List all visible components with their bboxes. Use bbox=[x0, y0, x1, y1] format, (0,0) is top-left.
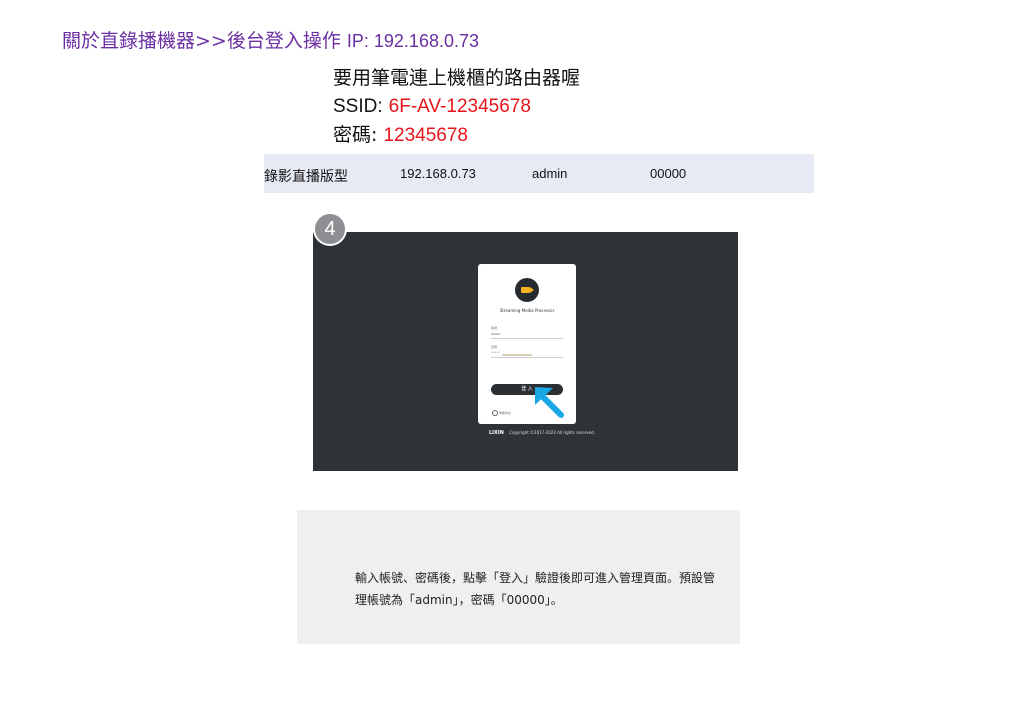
footer-brand: LIXIN bbox=[489, 430, 504, 436]
note-text: 輸入帳號、密碼後，點擊「登入」驗證後即可進入管理頁面。預設管理帳號為「admin… bbox=[355, 571, 716, 607]
table-cell-username: admin bbox=[532, 166, 568, 181]
password-label: 密碼: bbox=[333, 124, 378, 146]
language-selector[interactable]: 繁體中文 bbox=[492, 410, 511, 416]
login-footer: LIXIN Copyright ©2017-2023 All rights re… bbox=[489, 430, 595, 436]
globe-icon bbox=[492, 410, 498, 416]
password-strength-bar bbox=[502, 354, 532, 356]
step-number-badge: 4 bbox=[313, 212, 347, 246]
password-input[interactable]: ••••• bbox=[491, 350, 500, 354]
note-box: 輸入帳號、密碼後，點擊「登入」驗證後即可進入管理頁面。預設管理帳號為「admin… bbox=[297, 510, 740, 644]
password-value: 12345678 bbox=[383, 125, 468, 146]
language-label: 繁體中文 bbox=[498, 411, 511, 415]
username-underline bbox=[491, 338, 563, 339]
product-name: Streaming Media Processor bbox=[499, 308, 555, 313]
heading-title: 關於直錄播機器>>後台登入操作 bbox=[62, 30, 341, 52]
connection-instructions: 要用筆電連上機櫃的路由器喔 SSID: 6F-AV-12345678 密碼: 1… bbox=[333, 64, 580, 150]
password-field-label: 密碼 bbox=[491, 345, 498, 349]
heading-ip: IP: 192.168.0.73 bbox=[346, 31, 479, 51]
ssid-value: 6F-AV-12345678 bbox=[388, 96, 531, 117]
ssid-line: SSID: 6F-AV-12345678 bbox=[333, 92, 580, 121]
table-cell-password: 00000 bbox=[650, 166, 687, 181]
table-cell-type: 錄影直播版型 bbox=[264, 169, 348, 185]
password-line: 密碼: 12345678 bbox=[333, 121, 580, 150]
pointer-arrow-icon bbox=[535, 387, 564, 418]
password-underline bbox=[491, 357, 563, 358]
page-heading: 關於直錄播機器>>後台登入操作 IP: 192.168.0.73 bbox=[62, 26, 479, 53]
username-label: 帳號 bbox=[491, 326, 498, 330]
ssid-label: SSID: bbox=[333, 96, 383, 117]
username-input[interactable]: admin bbox=[491, 332, 500, 336]
camera-logo-icon bbox=[515, 278, 539, 302]
table-cell-ip: 192.168.0.73 bbox=[400, 166, 476, 181]
login-screenshot: Streaming Media Processor 帳號 admin 密碼 ••… bbox=[313, 232, 738, 471]
device-info-table: 錄影直播版型 192.168.0.73 admin 00000 bbox=[264, 154, 814, 193]
instruction-line: 要用筆電連上機櫃的路由器喔 bbox=[333, 67, 581, 89]
footer-copyright: Copyright ©2017-2023 All rights reserved… bbox=[509, 430, 595, 435]
